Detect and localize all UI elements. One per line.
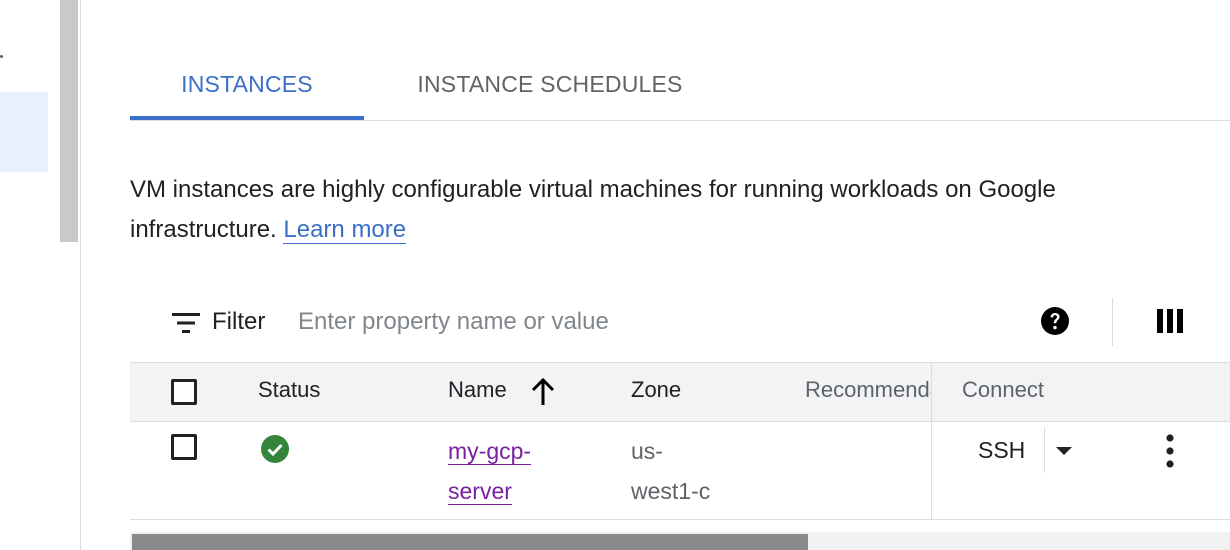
page-description: VM instances are highly configurable vir… <box>130 170 1190 250</box>
check-circle-icon <box>261 435 289 463</box>
instances-table: Status Name Zone Recommendation Connect … <box>130 362 1230 550</box>
table-row: my-gcp- server us- west1-c SSH <box>130 421 1230 520</box>
zone-cell: us- west1-c <box>631 431 710 511</box>
toolbar-divider <box>1112 298 1113 346</box>
zone-line-2: west1-c <box>631 478 711 504</box>
zone-line-1: us- <box>631 438 663 464</box>
scrollbar-thumb[interactable] <box>132 534 808 550</box>
description-text: VM instances are highly configurable vir… <box>130 176 1056 243</box>
nav-scrollbar[interactable] <box>60 0 78 242</box>
more-vert-icon[interactable] <box>1158 433 1182 469</box>
vm-name-line-2: server <box>448 478 512 505</box>
row-checkbox[interactable] <box>171 434 197 460</box>
filter-label[interactable]: Filter <box>212 308 265 336</box>
ssh-button[interactable]: SSH <box>978 430 1025 470</box>
column-header-recommendation[interactable]: Recommendation <box>805 377 931 403</box>
column-header-connect: Connect <box>962 377 1044 402</box>
left-nav <box>0 0 60 550</box>
nav-divider <box>80 0 81 550</box>
filter-input[interactable] <box>298 304 898 340</box>
tab-bar: INSTANCES INSTANCE SCHEDULES <box>130 52 1230 121</box>
column-header-status[interactable]: Status <box>258 377 320 403</box>
select-all-checkbox[interactable] <box>171 379 197 405</box>
column-header-name[interactable]: Name <box>448 377 507 403</box>
caret-down-icon[interactable] <box>1054 441 1074 461</box>
table-header: Status Name Zone Recommendation Connect <box>130 362 1230 422</box>
nav-indicator <box>0 55 3 58</box>
filter-icon[interactable] <box>172 312 200 334</box>
learn-more-link[interactable]: Learn more <box>283 216 407 244</box>
column-display-icon[interactable] <box>1156 308 1184 334</box>
tab-instances[interactable]: INSTANCES <box>130 52 364 120</box>
arrow-up-icon[interactable] <box>530 378 556 406</box>
filter-bar: Filter <box>130 296 1230 362</box>
help-icon[interactable] <box>1040 306 1070 336</box>
ssh-button-divider <box>1044 427 1045 473</box>
column-header-zone[interactable]: Zone <box>631 377 681 403</box>
vm-name-cell: my-gcp- server <box>448 431 532 511</box>
vm-name-line-1: my-gcp- <box>448 438 532 465</box>
nav-active-item[interactable] <box>0 92 48 172</box>
tab-instance-schedules[interactable]: INSTANCE SCHEDULES <box>364 52 736 116</box>
vm-name-link[interactable]: my-gcp- server <box>448 438 532 505</box>
table-horizontal-scrollbar[interactable] <box>130 532 1230 550</box>
